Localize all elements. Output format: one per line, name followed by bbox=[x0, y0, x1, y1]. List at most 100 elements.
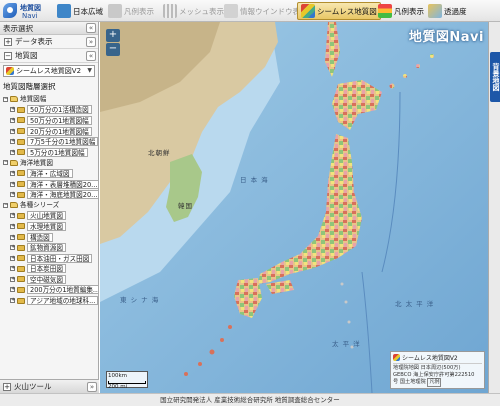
app-logo[interactable]: 地質図 Navi bbox=[2, 1, 50, 21]
tree-item-label: 50万分の1地質図幅 bbox=[27, 115, 92, 125]
tree-item-label: アジア地域の地球科... bbox=[27, 296, 98, 306]
tree-toggle-icon[interactable]: + bbox=[10, 276, 15, 282]
zoom-control: + − bbox=[106, 29, 120, 57]
label-north-pacific: 北 太 平 洋 bbox=[395, 300, 435, 308]
tree-toggle-icon[interactable]: + bbox=[10, 266, 15, 272]
japan-wide-button[interactable]: 日本広域 bbox=[53, 2, 107, 20]
volcano-tool-bar[interactable]: + 火山ツール » bbox=[0, 379, 99, 393]
tree-toggle-icon[interactable]: + bbox=[10, 128, 15, 134]
tree-toggle-icon[interactable]: + bbox=[10, 181, 15, 187]
tree-item-label: 20万分の1地質図幅 bbox=[27, 126, 92, 136]
tree-toggle-icon[interactable]: + bbox=[10, 287, 15, 293]
tree-item-label: 構造図 bbox=[27, 232, 53, 242]
tree-item[interactable]: +20万分の1地質図幅 bbox=[2, 126, 98, 137]
map-title: 地質図Navi bbox=[408, 30, 484, 45]
tree-toggle-icon[interactable]: + bbox=[10, 107, 15, 113]
legend-marker-icon bbox=[108, 4, 122, 18]
folder-icon bbox=[17, 286, 25, 293]
tree-item[interactable]: + 鉱物資源図 bbox=[2, 242, 98, 253]
panel-header: 表示選択 « bbox=[0, 22, 98, 35]
tree-item[interactable]: + 水理地質図 bbox=[2, 221, 98, 232]
folder-icon bbox=[17, 244, 25, 251]
tree-toggle-icon[interactable]: + bbox=[10, 234, 15, 240]
tree-toggle-icon[interactable]: + bbox=[10, 223, 15, 229]
tree-item[interactable]: + 日本油田・ガス田図 bbox=[2, 253, 98, 264]
transparency-button[interactable]: 透過度 bbox=[424, 2, 471, 20]
tree-toggle-icon[interactable]: − bbox=[3, 96, 8, 102]
data-display-toggle[interactable]: » bbox=[86, 37, 96, 47]
tree-item-label: 海洋地質図 bbox=[20, 158, 53, 167]
tree-category[interactable]: − 地質図幅 bbox=[2, 94, 98, 105]
tree-item-label: 水理地質図 bbox=[27, 221, 66, 231]
tree-item[interactable]: +7万5千分の1地質図幅 bbox=[2, 136, 98, 147]
top-toolbar: 地質図 Navi 日本広域 凡例表示 メッシュ表示 情報ウインドウ表示 シームレ… bbox=[0, 0, 500, 22]
tree-toggle-icon[interactable]: + bbox=[10, 213, 15, 219]
basemap-toggle[interactable]: « bbox=[86, 51, 96, 61]
scale-bar: 100km 200 mi bbox=[106, 371, 148, 390]
folder-icon bbox=[17, 191, 25, 198]
seamless-geology-icon bbox=[393, 354, 400, 362]
tree-item-label: 海洋・表層堆積図20... bbox=[27, 179, 98, 189]
info-window-icon bbox=[224, 4, 238, 18]
tree-toggle-icon[interactable]: + bbox=[10, 139, 15, 145]
mesh-grid-icon bbox=[163, 4, 177, 18]
tree-category[interactable]: − 海洋地質図 bbox=[2, 158, 98, 169]
tree-item[interactable]: + 構造図 bbox=[2, 232, 98, 243]
tree-toggle-icon[interactable]: + bbox=[10, 149, 15, 155]
tree-item[interactable]: +50万分の1地質図幅 bbox=[2, 115, 98, 126]
tree-item[interactable]: + アジア地域の地球科... bbox=[2, 295, 98, 306]
folder-icon bbox=[17, 255, 25, 262]
attribution-box: シームレス地質図V2 地理院地図 日本周辺(500万) GEBCO 海上保安庁許… bbox=[390, 351, 485, 389]
tree-item[interactable]: +200万分の1地質編集... bbox=[2, 285, 98, 296]
folder-icon bbox=[17, 212, 25, 219]
tree-item[interactable]: + 空中磁気図 bbox=[2, 274, 98, 285]
map-view[interactable]: + − 地質図Navi 日 本 海 東 シ ナ 海 北 太 平 洋 太 平 洋 … bbox=[100, 22, 488, 393]
folder-icon bbox=[17, 170, 25, 177]
tree-category[interactable]: − 各種シリーズ bbox=[2, 200, 98, 211]
tree-toggle-icon[interactable]: + bbox=[10, 298, 15, 304]
folder-icon bbox=[17, 181, 25, 188]
tree-item[interactable]: +5万分の1地質図幅 bbox=[2, 147, 98, 158]
tree-item-label: 海洋・海底地質図20... bbox=[27, 190, 98, 200]
tree-item-label: 空中磁気図 bbox=[27, 274, 66, 284]
seamless-geology-button[interactable]: シームレス地質図 bbox=[297, 2, 381, 20]
mesh-display-button[interactable]: メッシュ表示 bbox=[159, 2, 228, 20]
data-display-row[interactable]: + データ表示 » bbox=[0, 35, 98, 49]
folder-icon bbox=[17, 265, 25, 272]
tree-item[interactable]: + 火山地質図 bbox=[2, 211, 98, 222]
chevron-down-icon: ▼ bbox=[87, 67, 92, 74]
tree-item[interactable]: + 日本炭田図 bbox=[2, 264, 98, 275]
tree-toggle-icon[interactable]: + bbox=[10, 245, 15, 251]
tree-toggle-icon[interactable]: − bbox=[3, 202, 8, 208]
tree-item[interactable]: +50万分の1活構造図 bbox=[2, 105, 98, 116]
legend-small-button[interactable]: 凡例 bbox=[427, 378, 442, 387]
legend-button[interactable]: 凡例表示 bbox=[374, 2, 428, 20]
legend-marker-button[interactable]: 凡例表示 bbox=[104, 2, 158, 20]
tree-toggle-icon[interactable]: + bbox=[10, 192, 15, 198]
zoom-out-button[interactable]: − bbox=[106, 43, 120, 56]
zoom-in-button[interactable]: + bbox=[106, 29, 120, 42]
tree-item-label: 200万分の1地質編集... bbox=[27, 285, 98, 295]
basemap-row[interactable]: − 地質図 « bbox=[0, 49, 98, 63]
right-sidebar: 背景地図 bbox=[488, 22, 500, 393]
volcano-tool-toggle[interactable]: » bbox=[87, 382, 97, 392]
label-sea-of-japan: 日 本 海 bbox=[240, 176, 269, 184]
folder-open-icon bbox=[10, 96, 18, 103]
tree-item[interactable]: + 海洋・広域図 bbox=[2, 168, 98, 179]
tree-toggle-icon[interactable]: + bbox=[10, 255, 15, 261]
legend-icon bbox=[378, 4, 392, 18]
map-type-select[interactable]: シームレス地質図V2 ▼ bbox=[3, 65, 95, 77]
tree-toggle-icon[interactable]: − bbox=[3, 160, 8, 166]
tree-item-label: 海洋・広域図 bbox=[27, 168, 73, 178]
folder-open-icon bbox=[10, 202, 18, 209]
tree-item[interactable]: + 海洋・海底地質図20... bbox=[2, 189, 98, 200]
japan-map-icon bbox=[57, 4, 71, 18]
background-map-tab[interactable]: 背景地図 bbox=[490, 52, 500, 102]
expand-icon: − bbox=[4, 51, 12, 60]
tree-toggle-icon[interactable]: + bbox=[10, 117, 15, 123]
tree-toggle-icon[interactable]: + bbox=[10, 170, 15, 176]
tree-item[interactable]: + 海洋・表層堆積図20... bbox=[2, 179, 98, 190]
tree-title: 地質図階層選択 bbox=[3, 82, 56, 91]
collapse-panel-button[interactable]: « bbox=[86, 23, 96, 33]
tree-item-label: 火山地質図 bbox=[27, 211, 66, 221]
